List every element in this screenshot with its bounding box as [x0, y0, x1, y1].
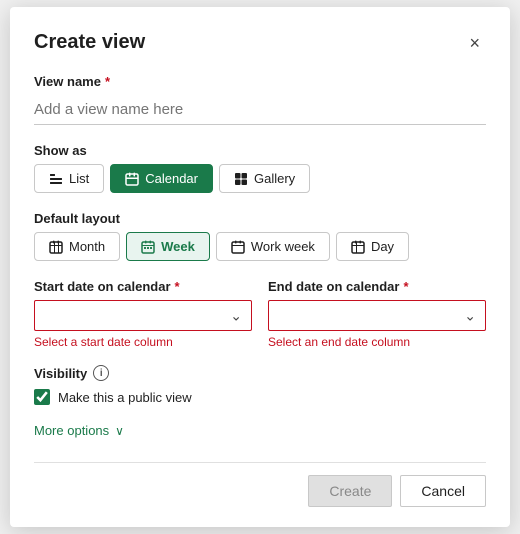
start-date-error: Select a start date column	[34, 335, 252, 349]
cancel-button[interactable]: Cancel	[400, 475, 486, 507]
close-button[interactable]: ×	[463, 32, 486, 54]
gallery-icon	[234, 172, 248, 186]
show-as-gallery-button[interactable]: Gallery	[219, 164, 310, 193]
start-date-field: Start date on calendar * Select a start …	[34, 279, 252, 349]
dialog-title: Create view	[34, 31, 145, 54]
show-as-group: List Calendar	[34, 164, 486, 193]
view-name-input[interactable]	[34, 95, 486, 125]
layout-day-button[interactable]: Day	[336, 232, 409, 261]
dialog-footer: Create Cancel	[34, 462, 486, 507]
calendar-icon	[125, 172, 139, 186]
start-date-select[interactable]	[34, 300, 252, 331]
layout-day-label: Day	[371, 239, 394, 254]
start-date-label: Start date on calendar *	[34, 279, 252, 294]
more-options-label: More options	[34, 423, 109, 438]
end-date-label: End date on calendar *	[268, 279, 486, 294]
info-icon[interactable]: i	[93, 365, 109, 381]
chevron-down-icon: ∨	[115, 424, 124, 438]
public-view-row: Make this a public view	[34, 389, 486, 405]
end-date-select-wrapper	[268, 300, 486, 331]
week-icon	[141, 240, 155, 254]
day-icon	[351, 240, 365, 254]
show-as-calendar-button[interactable]: Calendar	[110, 164, 213, 193]
dialog-header: Create view ×	[34, 31, 486, 54]
show-as-gallery-label: Gallery	[254, 171, 295, 186]
list-icon	[49, 172, 63, 186]
visibility-section: Visibility i Make this a public view	[34, 365, 486, 405]
default-layout-section: Default layout Month	[34, 211, 486, 261]
create-button[interactable]: Create	[308, 475, 392, 507]
layout-workweek-label: Work week	[251, 239, 315, 254]
visibility-label: Visibility i	[34, 365, 486, 381]
show-as-calendar-label: Calendar	[145, 171, 198, 186]
end-date-field: End date on calendar * Select an end dat…	[268, 279, 486, 349]
view-name-section: View name *	[34, 74, 486, 125]
layout-group: Month Week	[34, 232, 486, 261]
show-as-list-label: List	[69, 171, 89, 186]
layout-week-button[interactable]: Week	[126, 232, 210, 261]
layout-month-label: Month	[69, 239, 105, 254]
layout-week-label: Week	[161, 239, 195, 254]
end-date-select[interactable]	[268, 300, 486, 331]
month-icon	[49, 240, 63, 254]
show-as-section: Show as List	[34, 143, 486, 193]
show-as-list-button[interactable]: List	[34, 164, 104, 193]
view-name-label: View name *	[34, 74, 486, 89]
workweek-icon	[231, 240, 245, 254]
layout-workweek-button[interactable]: Work week	[216, 232, 330, 261]
show-as-label: Show as	[34, 143, 486, 158]
public-view-checkbox[interactable]	[34, 389, 50, 405]
layout-month-button[interactable]: Month	[34, 232, 120, 261]
end-date-error: Select an end date column	[268, 335, 486, 349]
public-view-label: Make this a public view	[58, 390, 192, 405]
more-options-button[interactable]: More options ∨	[34, 423, 124, 438]
create-view-dialog: Create view × View name * Show as	[10, 7, 510, 527]
start-date-select-wrapper	[34, 300, 252, 331]
default-layout-label: Default layout	[34, 211, 486, 226]
date-fields-row: Start date on calendar * Select a start …	[34, 279, 486, 349]
